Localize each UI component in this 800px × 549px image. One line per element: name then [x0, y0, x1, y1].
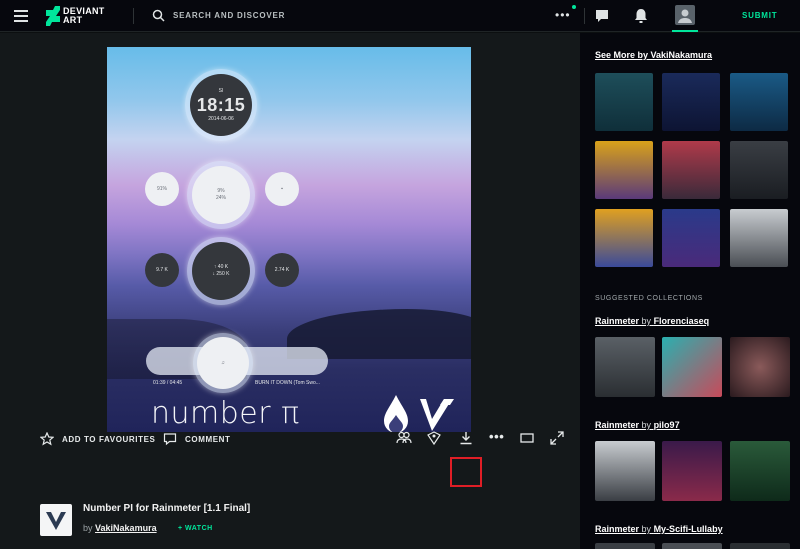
collection-1-thumb-3[interactable]: [730, 337, 790, 397]
network-left-value: 9.7 K: [156, 266, 168, 273]
deviation-byline: by VakiNakamura: [83, 523, 157, 533]
download-highlight-box: [450, 457, 482, 487]
more-options-icon[interactable]: •••: [555, 9, 571, 21]
comment-icon: [163, 433, 177, 446]
submit-button[interactable]: SUBMIT: [742, 11, 777, 20]
divider: [584, 8, 585, 24]
watch-button[interactable]: + WATCH: [178, 525, 213, 532]
comment-label: COMMENT: [185, 434, 231, 444]
menu-icon[interactable]: [14, 10, 28, 22]
collection-3-thumb-2[interactable]: [662, 543, 722, 549]
deviation-artwork-image[interactable]: SI 18:15 2014-06-06 9% 24% 91% ▪ ↑ 40 K …: [107, 47, 471, 432]
collection-2-heading[interactable]: Rainmeter by pilo97: [595, 420, 680, 430]
theater-mode-icon[interactable]: [519, 430, 535, 446]
network-left-widget: 9.7 K: [145, 253, 179, 287]
logo-text-line2: ART: [63, 15, 83, 25]
collection-3-by: by: [641, 524, 652, 534]
comment-button[interactable]: COMMENT: [163, 432, 231, 446]
active-tab-indicator: [672, 30, 698, 32]
collection-3-thumb-3[interactable]: [730, 543, 790, 549]
logo-wordmark: DEVIANT ART: [63, 7, 105, 25]
more-thumb-8[interactable]: [662, 209, 720, 267]
author-link[interactable]: VakiNakamura: [95, 523, 157, 533]
network-download: ↓ 250 K: [212, 271, 230, 277]
author-avatar[interactable]: [40, 504, 72, 536]
collection-1-by: by: [641, 316, 652, 326]
groups-icon[interactable]: [396, 430, 412, 446]
bell-icon[interactable]: [633, 8, 649, 24]
search-icon: [152, 9, 165, 22]
add-to-favourites-button[interactable]: ADD TO FAVOURITES: [40, 432, 155, 446]
collection-2-name[interactable]: Rainmeter: [595, 420, 639, 430]
player-song: BURN IT DOWN (Tom Swo...: [255, 380, 320, 386]
divider: [133, 8, 134, 24]
collection-2-thumb-3[interactable]: [730, 441, 790, 501]
deviation-main-panel: SI 18:15 2014-06-06 9% 24% 91% ▪ ↑ 40 K …: [0, 33, 580, 549]
collection-2-thumb-2[interactable]: [662, 441, 722, 501]
more-thumb-6[interactable]: [730, 141, 788, 199]
user-silhouette-icon: [678, 9, 692, 23]
collection-1-thumb-2[interactable]: [662, 337, 722, 397]
player-time: 01:39 / 04:45: [153, 380, 183, 386]
download-icon[interactable]: [458, 430, 474, 446]
clock-label: SI: [218, 87, 224, 94]
more-thumb-2[interactable]: [662, 73, 720, 131]
collection-3-author[interactable]: My-Scifi-Lullaby: [654, 524, 723, 534]
clock-date: 2014-06-06: [208, 115, 234, 122]
suggested-collections-heading: SUGGESTED COLLECTIONS: [595, 295, 703, 302]
collection-1-thumb-1[interactable]: [595, 337, 655, 397]
collection-2-author[interactable]: pilo97: [654, 420, 680, 430]
disk-right-value: ▪: [281, 185, 283, 192]
disk-right-widget: ▪: [265, 172, 299, 206]
search-placeholder[interactable]: SEARCH AND DISCOVER: [173, 11, 285, 20]
music-note-icon: ♫: [221, 359, 225, 366]
give-badge-icon[interactable]: [426, 430, 442, 446]
collection-1-author[interactable]: Florenciaseq: [654, 316, 710, 326]
clock-widget: SI 18:15 2014-06-06: [190, 74, 252, 136]
collection-1-heading[interactable]: Rainmeter by Florenciaseq: [595, 316, 709, 326]
network-upload: ↑ 40 K: [213, 264, 229, 270]
cpu-value: 9%: [217, 188, 225, 194]
more-thumb-9[interactable]: [730, 209, 788, 267]
collection-3-name[interactable]: Rainmeter: [595, 524, 639, 534]
collection-2-thumb-1[interactable]: [595, 441, 655, 501]
search-box[interactable]: SEARCH AND DISCOVER: [152, 9, 285, 22]
cpu-ram-widget: 9% 24%: [192, 166, 250, 224]
top-navigation-bar: DEVIANT ART SEARCH AND DISCOVER ••• SUBM…: [0, 0, 800, 32]
collection-3-thumb-1[interactable]: [595, 543, 655, 549]
more-thumb-1[interactable]: [595, 73, 653, 131]
disk-left-value: 91%: [156, 185, 167, 192]
collection-1-name[interactable]: Rainmeter: [595, 316, 639, 326]
network-widget: ↑ 40 K ↓ 250 K: [192, 242, 250, 300]
network-right-value: 2.74 K: [274, 266, 290, 273]
star-icon: [40, 432, 54, 446]
deviantart-logo[interactable]: DEVIANT ART: [46, 6, 105, 26]
more-thumb-7[interactable]: [595, 209, 653, 267]
fullscreen-icon[interactable]: [549, 430, 565, 446]
more-actions-icon[interactable]: •••: [489, 429, 504, 444]
clock-time: 18:15: [196, 94, 246, 115]
network-right-widget: 2.74 K: [265, 253, 299, 287]
deviation-title: Number PI for Rainmeter [1.1 Final]: [83, 503, 251, 514]
deviation-action-bar: ADD TO FAVOURITES COMMENT •••: [0, 424, 580, 452]
collection-2-by: by: [641, 420, 652, 430]
notification-dot: [572, 5, 576, 9]
more-thumb-4[interactable]: [595, 141, 653, 199]
add-to-favourites-label: ADD TO FAVOURITES: [62, 434, 156, 444]
collection-3-heading[interactable]: Rainmeter by My-Scifi-Lullaby: [595, 524, 723, 534]
author-avatar-logo: [46, 512, 66, 530]
more-thumb-3[interactable]: [730, 73, 788, 131]
disk-left-widget: 91%: [145, 172, 179, 206]
see-more-by-link[interactable]: See More by VakiNakamura: [595, 50, 712, 60]
ram-value: 24%: [215, 195, 226, 201]
user-avatar-icon[interactable]: [675, 5, 695, 25]
chat-icon[interactable]: [594, 8, 610, 24]
by-prefix: by: [83, 523, 93, 533]
sidebar: See More by VakiNakamura SUGGESTED COLLE…: [580, 33, 800, 549]
player-center-widget: ♫: [197, 337, 249, 389]
more-thumb-5[interactable]: [662, 141, 720, 199]
deviantart-logo-mark: [46, 6, 60, 26]
